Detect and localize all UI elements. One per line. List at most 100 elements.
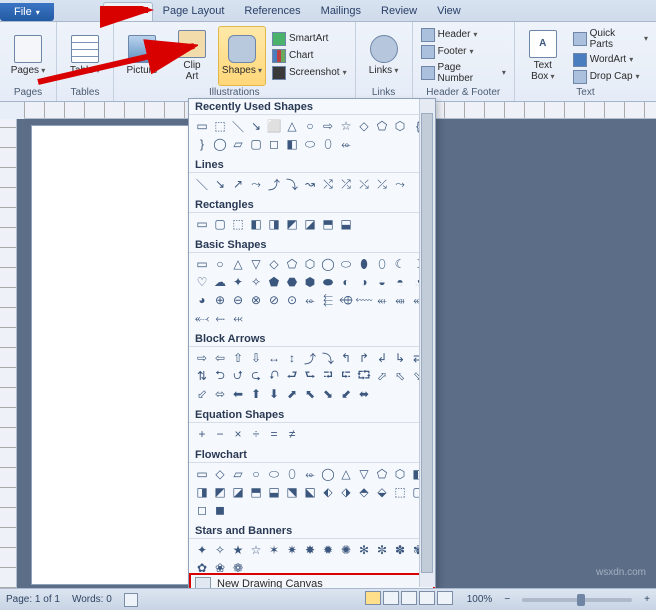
links-button[interactable]: Links [360, 26, 408, 86]
shape-item[interactable]: ⬯ [319, 135, 337, 153]
shape-item[interactable]: △ [283, 117, 301, 135]
shape-item[interactable]: ▭ [193, 117, 211, 135]
shape-item[interactable]: ⬆ [247, 385, 265, 403]
shape-item[interactable]: ▢ [247, 135, 265, 153]
shape-item[interactable]: ☁ [211, 273, 229, 291]
shape-item[interactable]: ⬡ [391, 465, 409, 483]
shape-item[interactable]: ⬇ [265, 385, 283, 403]
screenshot-button[interactable]: Screenshot [268, 65, 351, 81]
shape-item[interactable]: ⤵ [319, 349, 337, 367]
shape-item[interactable]: ↰ [337, 349, 355, 367]
shape-item[interactable]: ⤯ [355, 175, 373, 193]
shape-item[interactable]: ⮐ [283, 367, 301, 385]
shape-item[interactable]: ⬠ [373, 117, 391, 135]
shape-item[interactable]: ⬕ [301, 483, 319, 501]
view-buttons[interactable] [365, 591, 455, 608]
shape-item[interactable]: ⬙ [373, 483, 391, 501]
shape-item[interactable]: ⬰ [301, 465, 319, 483]
shape-item[interactable]: ◼ [211, 501, 229, 519]
shape-item[interactable]: ⬬ [319, 273, 337, 291]
shape-item[interactable]: ⇨ [319, 117, 337, 135]
shape-item[interactable]: ⇨ [193, 349, 211, 367]
shape-item[interactable]: △ [337, 465, 355, 483]
shape-item[interactable]: ★ [229, 541, 247, 559]
status-page[interactable]: Page: 1 of 1 [6, 594, 60, 605]
shape-item[interactable]: ⬄ [211, 385, 229, 403]
shape-item[interactable]: ▱ [229, 135, 247, 153]
shape-item[interactable]: ⇩ [247, 349, 265, 367]
shape-item[interactable]: ◧ [247, 215, 265, 233]
shape-item[interactable]: ⇅ [193, 367, 211, 385]
shape-item[interactable]: ⬡ [391, 117, 409, 135]
shape-item[interactable]: ◑ [355, 273, 373, 291]
chart-button[interactable]: Chart [268, 48, 351, 64]
shape-item[interactable]: ↘ [247, 117, 265, 135]
shape-item[interactable]: ⮍ [229, 367, 247, 385]
shape-item[interactable]: ↳ [391, 349, 409, 367]
shape-item[interactable]: ◧ [283, 135, 301, 153]
shapes-scrollbar[interactable] [419, 99, 435, 587]
shape-item[interactable]: ⤴ [265, 175, 283, 193]
shape-item[interactable]: ▱ [229, 465, 247, 483]
shape-item[interactable]: ⮌ [211, 367, 229, 385]
picture-button[interactable]: Picture [118, 26, 166, 86]
shape-item[interactable]: ◇ [211, 465, 229, 483]
shape-item[interactable]: ◐ [337, 273, 355, 291]
shape-item[interactable]: ⬴ [373, 291, 391, 309]
shape-item[interactable]: ◩ [211, 483, 229, 501]
status-words[interactable]: Words: 0 [72, 594, 112, 605]
shape-item[interactable]: ⬃ [193, 385, 211, 403]
page[interactable] [31, 125, 211, 585]
shape-item[interactable]: ⮔ [355, 367, 373, 385]
tab-view[interactable]: View [427, 3, 471, 21]
shape-item[interactable]: ▭ [193, 215, 211, 233]
shape-item[interactable]: ⤳ [391, 175, 409, 193]
shape-item[interactable]: ⬌ [355, 385, 373, 403]
shape-item[interactable]: ↗ [229, 175, 247, 193]
shape-item[interactable]: ⇦ [211, 349, 229, 367]
shape-item[interactable]: ＼ [229, 117, 247, 135]
status-lang-icon[interactable] [124, 593, 138, 607]
shape-item[interactable]: ☆ [247, 541, 265, 559]
shape-item[interactable]: ⬓ [337, 215, 355, 233]
shape-item[interactable]: ⬉ [301, 385, 319, 403]
shape-item[interactable]: ↘ [211, 175, 229, 193]
shape-item[interactable]: ⬓ [265, 483, 283, 501]
shapes-button[interactable]: Shapes [218, 26, 266, 86]
shape-item[interactable]: ▭ [193, 465, 211, 483]
shape-item[interactable]: ⊘ [265, 291, 283, 309]
shape-item[interactable]: ✺ [337, 541, 355, 559]
shape-item[interactable]: ◩ [283, 215, 301, 233]
shape-item[interactable]: ⬀ [373, 367, 391, 385]
shape-item[interactable]: △ [229, 255, 247, 273]
shape-item[interactable]: ⤵ [283, 175, 301, 193]
shape-item[interactable]: ⬱ [319, 291, 337, 309]
shape-item[interactable]: ⬚ [229, 215, 247, 233]
shape-item[interactable]: ✧ [211, 541, 229, 559]
shape-item[interactable]: ⬚ [391, 483, 409, 501]
shape-item[interactable]: ◨ [265, 215, 283, 233]
shape-item[interactable]: ◒ [373, 273, 391, 291]
shape-item[interactable]: ✼ [373, 541, 391, 559]
shape-item[interactable]: ◪ [301, 215, 319, 233]
shape-item[interactable]: ＼ [193, 175, 211, 193]
quick-parts-button[interactable]: Quick Parts [569, 27, 652, 51]
shape-item[interactable]: ⤰ [373, 175, 391, 193]
shape-item[interactable]: ⬷ [193, 309, 211, 327]
shape-item[interactable]: ⬵ [391, 291, 409, 309]
shape-item[interactable]: ⬖ [319, 483, 337, 501]
table-button[interactable]: Table [61, 26, 109, 86]
shape-item[interactable]: ◨ [193, 483, 211, 501]
shape-item[interactable]: ⊖ [229, 291, 247, 309]
shape-item[interactable]: ⬁ [391, 367, 409, 385]
shape-item[interactable]: × [229, 425, 247, 443]
shape-item[interactable]: ⊕ [211, 291, 229, 309]
shape-item[interactable]: ⬯ [373, 255, 391, 273]
shape-item[interactable]: ⇧ [229, 349, 247, 367]
shape-item[interactable]: ⬲ [337, 291, 355, 309]
shape-item[interactable]: ⬟ [265, 273, 283, 291]
shape-item[interactable]: ÷ [247, 425, 265, 443]
header-button[interactable]: Header [417, 27, 510, 43]
shape-item[interactable]: ≠ [283, 425, 301, 443]
tab-insert[interactable]: Insert [103, 2, 153, 21]
